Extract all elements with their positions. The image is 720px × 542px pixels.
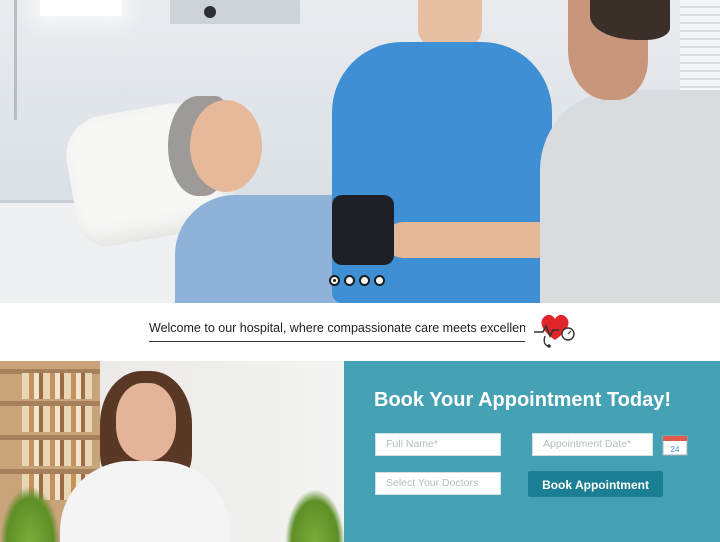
booking-title: Book Your Appointment Today!: [374, 389, 672, 411]
book-appointment-button[interactable]: Book Appointment: [528, 471, 663, 497]
patient-face: [190, 100, 262, 192]
plant: [285, 489, 344, 542]
patient-arm: [385, 222, 555, 258]
iv-pole: [14, 0, 17, 120]
ceiling-panel: [170, 0, 300, 24]
books: [22, 440, 92, 466]
books: [22, 406, 92, 432]
full-name-input[interactable]: Full Name*: [375, 433, 501, 456]
ceiling-fixture: [204, 6, 216, 18]
heart-stethoscope-icon: [534, 314, 575, 348]
booking-section: Book Your Appointment Today! Full Name* …: [344, 361, 720, 542]
hero-slider: [0, 0, 720, 303]
appointment-date-input[interactable]: Appointment Date*: [532, 433, 653, 456]
doctor-select[interactable]: Select Your Doctors: [375, 472, 501, 495]
slider-dot-4[interactable]: [374, 275, 385, 286]
welcome-message: Welcome to our hospital, where compassio…: [149, 319, 525, 342]
slider-dot-2[interactable]: [344, 275, 355, 286]
slider-dot-1[interactable]: [329, 275, 340, 286]
slider-pagination: [329, 275, 385, 286]
doctor-coat: [540, 90, 720, 303]
calendar-day: 24: [671, 445, 680, 454]
ceiling-light: [40, 0, 122, 16]
doctor-face: [116, 383, 176, 461]
books: [22, 373, 92, 399]
doctor-photo: [0, 361, 344, 542]
plant: [0, 486, 60, 542]
welcome-bar: Welcome to our hospital, where compassio…: [0, 303, 720, 361]
blood-pressure-cuff: [332, 195, 394, 265]
slider-dot-3[interactable]: [359, 275, 370, 286]
calendar-icon[interactable]: 24: [662, 434, 688, 456]
